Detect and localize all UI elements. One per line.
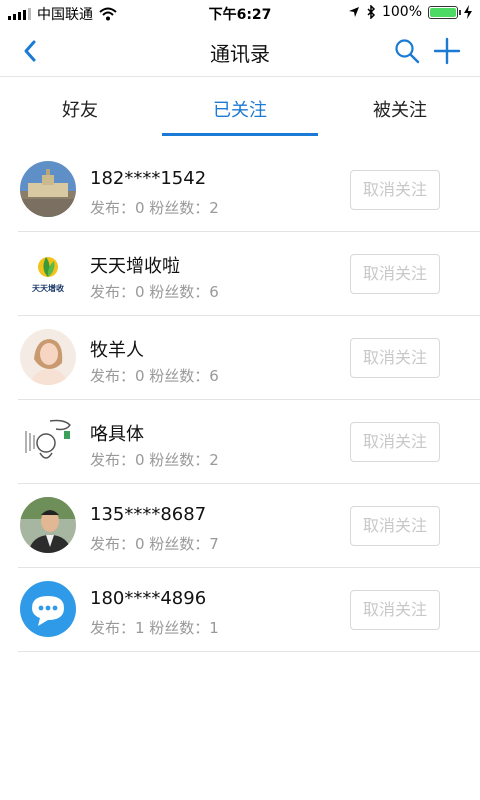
contact-name: 天天增收啦 (90, 256, 180, 277)
charging-icon (464, 5, 472, 19)
plus-icon (433, 37, 461, 65)
contact-stats: 发布：0 粉丝数：2 (90, 451, 219, 469)
battery-percent: 100% (381, 4, 422, 20)
contact-name: 180****4896 (90, 588, 207, 609)
status-right: 100% (348, 4, 472, 20)
list-item[interactable]: 180****4896 发布：1 粉丝数：1 取消关注 (18, 568, 480, 652)
search-icon (395, 39, 420, 64)
unfollow-button[interactable]: 取消关注 (350, 506, 440, 546)
bluetooth-icon (367, 5, 376, 19)
chat-bubble-icon (20, 581, 76, 637)
unfollow-button[interactable]: 取消关注 (350, 422, 440, 462)
logo-text: 天天增收 (32, 283, 64, 293)
list-item[interactable]: 咯具体 发布：0 粉丝数：2 取消关注 (18, 400, 480, 484)
nav-bar: 通讯录 (0, 26, 480, 77)
tab-bar: 好友 已关注 被关注 (0, 86, 480, 136)
status-bar: 中国联通 下午6:27 100% (0, 0, 480, 26)
tab-friends[interactable]: 好友 (0, 86, 160, 136)
leaf-logo-icon: 天天增收 (20, 245, 76, 301)
contact-stats: 发布：0 粉丝数：6 (90, 367, 219, 385)
tab-followers[interactable]: 被关注 (320, 86, 480, 136)
cartoon-sketch-icon (20, 413, 76, 469)
building-photo-icon (20, 161, 76, 217)
contact-list: 182****1542 发布：0 粉丝数：2 取消关注 天天增收 天天增收啦 发… (0, 148, 480, 652)
unfollow-button[interactable]: 取消关注 (350, 338, 440, 378)
contact-stats: 发布：0 粉丝数：7 (90, 535, 219, 553)
woman-photo-icon (20, 329, 76, 385)
avatar (20, 497, 76, 553)
list-item[interactable]: 天天增收 天天增收啦 发布：0 粉丝数：6 取消关注 (18, 232, 480, 316)
battery-icon (428, 5, 461, 19)
tab-following[interactable]: 已关注 (160, 86, 320, 136)
add-button[interactable] (432, 36, 462, 66)
avatar (20, 161, 76, 217)
contact-stats: 发布：1 粉丝数：1 (90, 619, 219, 637)
list-item[interactable]: 182****1542 发布：0 粉丝数：2 取消关注 (18, 148, 480, 232)
contact-name: 咯具体 (90, 424, 144, 445)
avatar (20, 413, 76, 469)
man-photo-icon (20, 497, 76, 553)
unfollow-button[interactable]: 取消关注 (350, 590, 440, 630)
contact-name: 135****8687 (90, 504, 207, 525)
contact-stats: 发布：0 粉丝数：6 (90, 283, 219, 301)
search-button[interactable] (392, 36, 422, 66)
list-item[interactable]: 牧羊人 发布：0 粉丝数：6 取消关注 (18, 316, 480, 400)
contact-name: 牧羊人 (90, 340, 144, 361)
avatar (20, 581, 76, 637)
unfollow-button[interactable]: 取消关注 (350, 254, 440, 294)
list-item[interactable]: 135****8687 发布：0 粉丝数：7 取消关注 (18, 484, 480, 568)
location-arrow-icon (348, 7, 359, 17)
contact-name: 182****1542 (90, 168, 207, 189)
avatar: 天天增收 (20, 245, 76, 301)
unfollow-button[interactable]: 取消关注 (350, 170, 440, 210)
contact-stats: 发布：0 粉丝数：2 (90, 199, 219, 217)
avatar (20, 329, 76, 385)
